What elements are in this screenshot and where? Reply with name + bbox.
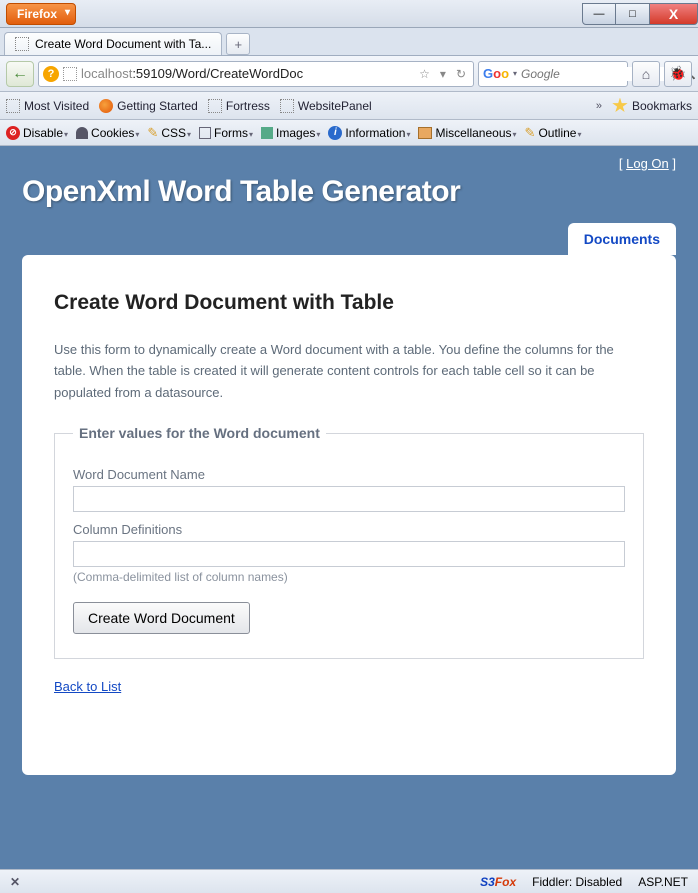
new-tab-button[interactable]: + bbox=[226, 33, 250, 55]
back-to-list-link[interactable]: Back to List bbox=[54, 679, 121, 694]
identity-icon[interactable]: ? bbox=[43, 66, 59, 82]
bookmark-websitepanel[interactable]: WebsitePanel bbox=[280, 99, 372, 113]
bookmarks-menu[interactable]: Bookmarks bbox=[612, 98, 692, 114]
firefox-icon bbox=[99, 99, 113, 113]
tab-strip: Create Word Document with Ta... + bbox=[0, 28, 698, 56]
form-icon bbox=[199, 127, 211, 139]
aspnet-status[interactable]: ASP.NET bbox=[638, 875, 688, 889]
dev-css[interactable]: ✎CSS bbox=[147, 125, 191, 141]
fieldset-legend: Enter values for the Word document bbox=[73, 425, 326, 441]
page-content: [ Log On ] OpenXml Word Table Generator … bbox=[0, 146, 698, 869]
window-titlebar: Firefox — □ X bbox=[0, 0, 698, 28]
window-controls: — □ X bbox=[582, 3, 698, 25]
browser-tab[interactable]: Create Word Document with Ta... bbox=[4, 32, 222, 55]
firefox-menu-button[interactable]: Firefox bbox=[6, 3, 76, 25]
close-window-button[interactable]: X bbox=[650, 3, 698, 25]
bookmark-fortress[interactable]: Fortress bbox=[208, 99, 270, 113]
dev-disable[interactable]: ⊘Disable bbox=[6, 126, 68, 140]
generic-icon bbox=[6, 99, 20, 113]
favicon bbox=[63, 67, 77, 81]
url-host: localhost bbox=[81, 66, 132, 81]
doc-name-label: Word Document Name bbox=[73, 467, 625, 482]
logon-link[interactable]: Log On bbox=[626, 156, 669, 171]
dev-images[interactable]: Images bbox=[261, 126, 320, 140]
bookmark-star-icon[interactable]: ☆ bbox=[416, 67, 433, 81]
url-dropdown-icon[interactable]: ▾ bbox=[437, 67, 449, 81]
ruler-icon bbox=[418, 127, 432, 139]
pencil-icon: ✎ bbox=[147, 125, 158, 141]
reload-icon[interactable]: ↻ bbox=[453, 67, 469, 81]
disable-icon: ⊘ bbox=[6, 126, 20, 140]
dev-information[interactable]: iInformation bbox=[328, 126, 410, 140]
column-defs-hint: (Comma-delimited list of column names) bbox=[73, 570, 625, 584]
dev-miscellaneous[interactable]: Miscellaneous bbox=[418, 126, 516, 140]
page-heading: Create Word Document with Table bbox=[54, 291, 644, 315]
dev-outline[interactable]: ✎Outline bbox=[525, 125, 582, 141]
site-title: OpenXml Word Table Generator bbox=[22, 175, 676, 209]
pencil-icon: ✎ bbox=[525, 125, 536, 141]
generic-icon bbox=[208, 99, 222, 113]
image-icon bbox=[261, 127, 273, 139]
overflow-chevron-icon[interactable]: » bbox=[596, 100, 602, 112]
page-tabs: Documents bbox=[22, 223, 676, 255]
address-bar[interactable]: ? localhost:59109/Word/CreateWordDoc ☆ ▾… bbox=[38, 61, 474, 87]
google-icon: Goo bbox=[483, 66, 509, 81]
logon-area: [ Log On ] bbox=[22, 156, 676, 171]
bookmark-getting-started[interactable]: Getting Started bbox=[99, 99, 198, 113]
url-text: localhost:59109/Word/CreateWordDoc bbox=[81, 66, 412, 81]
maximize-button[interactable]: □ bbox=[616, 3, 650, 25]
generic-icon bbox=[280, 99, 294, 113]
doc-name-input[interactable] bbox=[73, 486, 625, 512]
bookmarks-toolbar: Most Visited Getting Started Fortress We… bbox=[0, 92, 698, 120]
status-close-icon[interactable]: ✕ bbox=[10, 875, 20, 889]
minimize-button[interactable]: — bbox=[582, 3, 616, 25]
column-defs-input[interactable] bbox=[73, 541, 625, 567]
column-defs-label: Column Definitions bbox=[73, 522, 625, 537]
bookmark-most-visited[interactable]: Most Visited bbox=[6, 99, 89, 113]
form-fieldset: Enter values for the Word document Word … bbox=[54, 425, 644, 659]
tab-title: Create Word Document with Ta... bbox=[35, 37, 211, 51]
dev-forms[interactable]: Forms bbox=[199, 126, 253, 140]
dev-cookies[interactable]: Cookies bbox=[76, 126, 139, 140]
back-button[interactable]: ← bbox=[6, 61, 34, 87]
navigation-toolbar: ← ? localhost:59109/Word/CreateWordDoc ☆… bbox=[0, 56, 698, 92]
star-icon bbox=[612, 98, 628, 114]
url-path: :59109/Word/CreateWordDoc bbox=[132, 66, 303, 81]
search-box[interactable]: Goo▾ 🔍 bbox=[478, 61, 628, 87]
status-bar: ✕ S3Fox Fiddler: Disabled ASP.NET bbox=[0, 869, 698, 893]
content-card: Create Word Document with Table Use this… bbox=[22, 255, 676, 775]
create-document-button[interactable]: Create Word Document bbox=[73, 602, 250, 634]
page-icon bbox=[15, 37, 29, 51]
addon-button[interactable]: 🐞 bbox=[664, 61, 692, 87]
s3fox-indicator[interactable]: S3Fox bbox=[480, 875, 516, 889]
webdev-toolbar: ⊘Disable Cookies ✎CSS Forms Images iInfo… bbox=[0, 120, 698, 146]
person-icon bbox=[76, 127, 88, 139]
info-icon: i bbox=[328, 126, 342, 140]
tab-documents[interactable]: Documents bbox=[568, 223, 676, 255]
intro-text: Use this form to dynamically create a Wo… bbox=[54, 339, 644, 403]
fiddler-status[interactable]: Fiddler: Disabled bbox=[532, 875, 622, 889]
home-button[interactable]: ⌂ bbox=[632, 61, 660, 87]
